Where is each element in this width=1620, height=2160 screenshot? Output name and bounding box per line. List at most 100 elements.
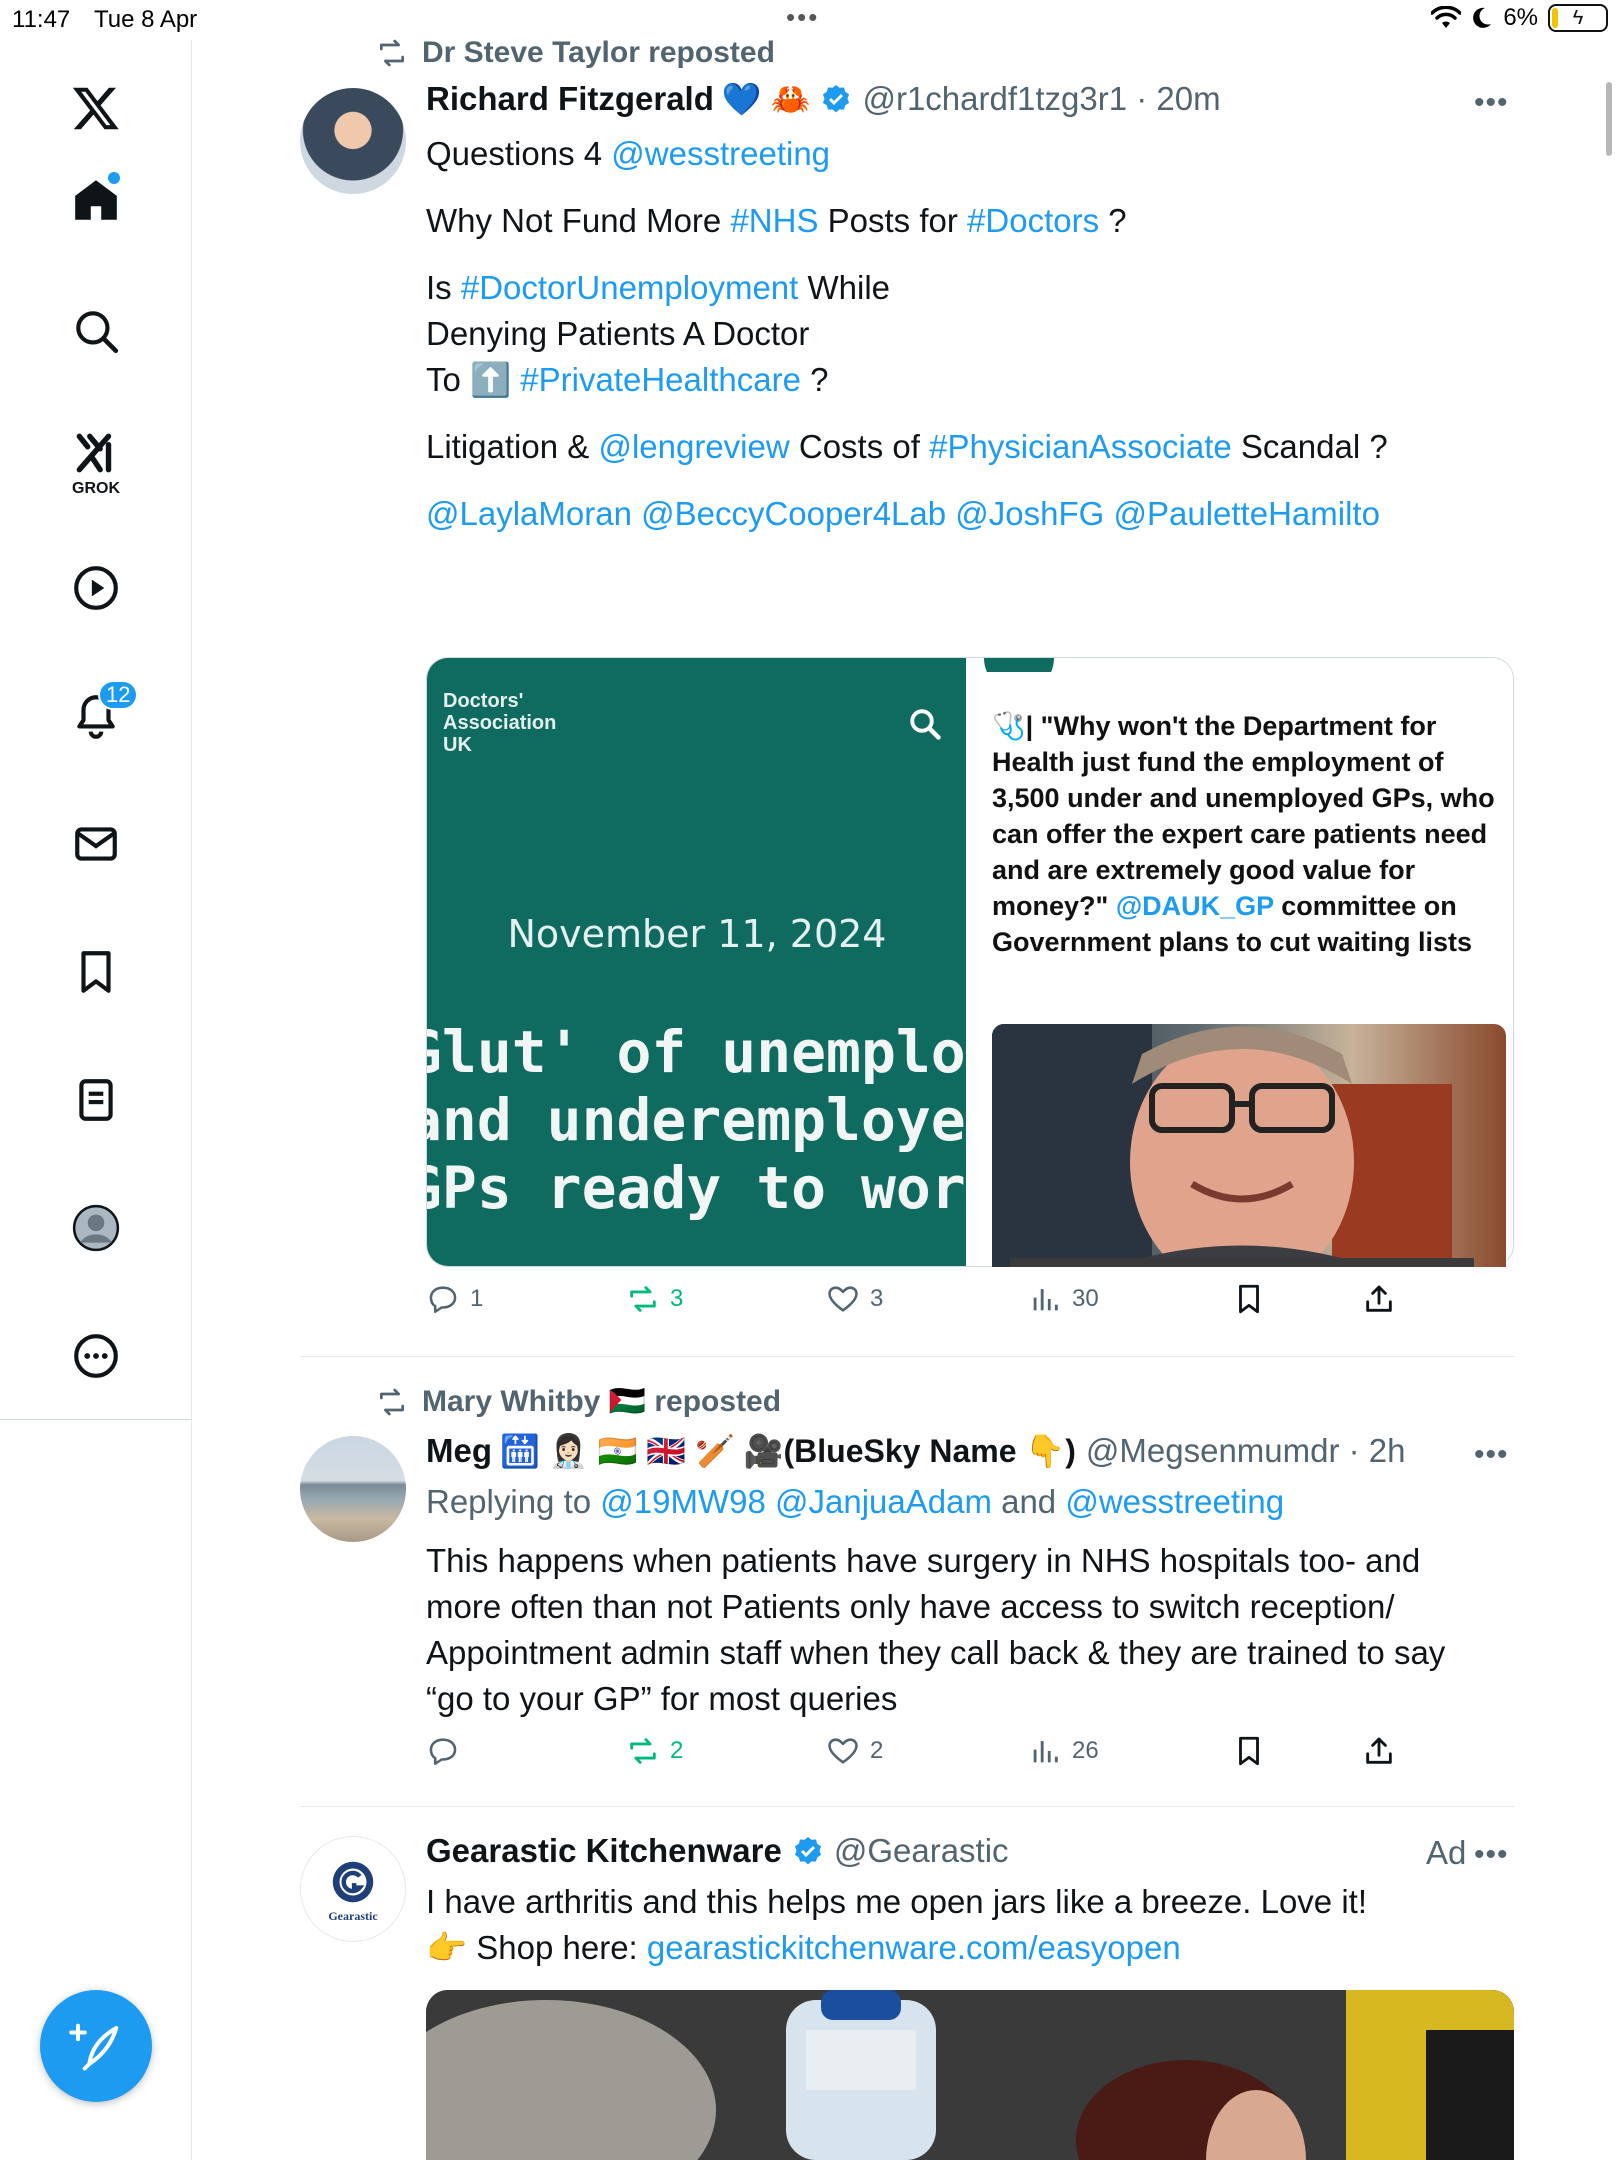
multitasking-dots[interactable]: ••• — [786, 2, 819, 33]
nav-notifications[interactable]: 12 — [56, 676, 139, 756]
author-handle-time[interactable]: @Megsenmumdr · 2h — [1086, 1432, 1406, 1470]
author-name[interactable]: Richard Fitzgerald — [426, 80, 714, 118]
post-header: Meg 🛗 👩🏻‍⚕️ 🇮🇳 🇬🇧 🏏 🎥(BlueSky Name 👇) @M… — [426, 1432, 1406, 1470]
post-link[interactable]: gearastickitchenware.com/easyopen — [647, 1929, 1181, 1966]
post-text-segment: ? — [800, 361, 829, 398]
nav-grok[interactable]: GROK — [56, 420, 136, 500]
sidebar-divider — [0, 1419, 192, 1420]
heart-icon — [828, 1738, 858, 1764]
post-link[interactable]: @wesstreeting — [611, 135, 830, 172]
x-logo-icon[interactable] — [56, 68, 136, 148]
views-bar-icon — [1033, 1289, 1058, 1311]
post-text: Questions 4 @wesstreeting Why Not Fund Mo… — [426, 131, 1388, 537]
post-link[interactable]: @lengreview — [598, 428, 789, 465]
nav-home[interactable] — [56, 160, 136, 240]
advertiser-handle[interactable]: @Gearastic — [834, 1832, 1009, 1870]
reply-count: 1 — [470, 1285, 484, 1312]
post-actions: 1 3 3 30 — [426, 1282, 1426, 1332]
status-time: 11:47 — [12, 6, 71, 33]
post-actions: 2 2 26 — [426, 1734, 1426, 1784]
compose-post-button[interactable] — [40, 1990, 152, 2102]
media-image-dauk[interactable]: Doctors' Association UK November 11, 2024 … — [427, 658, 966, 1266]
post-text-segment: Costs of — [789, 428, 930, 465]
feed-scrollbar[interactable] — [1606, 82, 1612, 156]
repost-button[interactable]: 3 — [626, 1282, 683, 1316]
text-line — [426, 177, 1388, 198]
cropped-avatar-icon — [984, 658, 1054, 672]
post-link[interactable]: #Doctors — [967, 202, 1099, 239]
bookmark-icon — [81, 951, 111, 993]
post-text-segment: Replying to — [426, 1483, 601, 1520]
post-text-segment: 👉 Shop here: — [426, 1929, 647, 1966]
quote-mention: @DAUK_GP — [1115, 891, 1274, 921]
text-line: Appointment admin staff when they call b… — [426, 1630, 1445, 1676]
ad-media-video[interactable] — [426, 1990, 1514, 2160]
post-text: This happens when patients have surgery … — [426, 1538, 1445, 1722]
post-more-button[interactable]: ••• — [1474, 1438, 1509, 1472]
repost-indicator: Dr Steve Taylor reposted — [376, 36, 775, 70]
repost-count: 3 — [670, 1285, 684, 1312]
mention-link[interactable]: @wesstreeting — [1065, 1483, 1284, 1520]
views-button[interactable]: 26 — [1028, 1734, 1099, 1768]
post-text-segment: Denying Patients A Doctor — [426, 315, 810, 352]
play-icon — [74, 566, 118, 610]
post-text-segment: Why Not Fund More — [426, 202, 731, 239]
nav-messages[interactable] — [56, 804, 136, 884]
bookmark-button[interactable] — [1232, 1734, 1266, 1768]
nav-more[interactable] — [56, 1316, 136, 1396]
bookmark-button[interactable] — [1232, 1282, 1266, 1316]
like-count: 3 — [870, 1285, 884, 1312]
nav-profile[interactable] — [56, 1188, 136, 1268]
reply-button[interactable]: 1 — [426, 1282, 483, 1316]
verified-badge-icon — [794, 1837, 821, 1865]
text-line: Denying Patients A Doctor — [426, 311, 1388, 357]
post-more-button[interactable]: ••• — [1474, 86, 1509, 120]
views-count: 26 — [1072, 1737, 1099, 1764]
advertiser-avatar[interactable]: Gearastic — [300, 1836, 406, 1942]
status-date: Tue 8 Apr — [94, 6, 198, 33]
share-button[interactable] — [1362, 1282, 1396, 1316]
mention-link[interactable]: @19MW98 @JanjuaAdam — [600, 1483, 992, 1520]
nav-video[interactable] — [56, 548, 136, 628]
views-bar-icon — [1033, 1741, 1058, 1763]
repost-button[interactable]: 2 — [626, 1734, 683, 1768]
post-link[interactable]: #PhysicianAssociate — [929, 428, 1232, 465]
post-link[interactable]: #PrivateHealthcare — [520, 361, 801, 398]
repost-icon — [380, 39, 404, 67]
text-line: Questions 4 @wesstreeting — [426, 131, 1388, 177]
battery-percent: 6% — [1503, 4, 1538, 31]
like-button[interactable]: 3 — [826, 1282, 883, 1316]
text-line: Why Not Fund More #NHS Posts for #Doctor… — [426, 198, 1388, 244]
post-more-button[interactable]: ••• — [1474, 1838, 1509, 1872]
post-link[interactable]: #NHS — [730, 202, 818, 239]
post-link[interactable]: @LaylaMoran @BeccyCooper4Lab @JoshFG @Pa… — [426, 495, 1380, 532]
more-circle-icon — [74, 1334, 118, 1378]
text-line: Litigation & @lengreview Costs of #Physi… — [426, 424, 1388, 470]
share-button[interactable] — [1362, 1734, 1396, 1768]
verified-badge-icon — [823, 85, 850, 113]
sidebar: GROK 12 — [0, 40, 192, 2160]
author-name[interactable]: Meg — [426, 1432, 492, 1470]
views-button[interactable]: 30 — [1028, 1282, 1099, 1316]
post-text-segment: To ⬆️ — [426, 361, 521, 398]
headline-line: GPs ready to work — [427, 1154, 966, 1222]
list-icon — [79, 1079, 113, 1121]
author-handle-time[interactable]: @r1chardf1tzg3r1 · 20m — [862, 80, 1220, 118]
author-avatar[interactable] — [300, 88, 406, 194]
nav-bookmarks[interactable] — [56, 932, 136, 1012]
text-line: more often than not Patients only have a… — [426, 1584, 1445, 1630]
reply-button[interactable] — [426, 1734, 470, 1768]
post-link[interactable]: #DoctorUnemployment — [461, 269, 798, 306]
like-button[interactable]: 2 — [826, 1734, 883, 1768]
text-line: I have arthritis and this helps me open … — [426, 1879, 1367, 1925]
nav-lists[interactable] — [56, 1060, 136, 1140]
ad-text: I have arthritis and this helps me open … — [426, 1879, 1367, 1971]
author-avatar[interactable] — [300, 1436, 406, 1542]
post-text-segment: This happens when patients have surgery … — [426, 1542, 1421, 1579]
share-icon — [1366, 1737, 1392, 1764]
reply-context: Replying to @19MW98 @JanjuaAdam and @wes… — [426, 1479, 1284, 1525]
nav-search[interactable] — [56, 291, 136, 371]
replying-to: Replying to @19MW98 @JanjuaAdam and @wes… — [426, 1479, 1284, 1525]
org-line: UK — [443, 734, 472, 756]
advertiser-name[interactable]: Gearastic Kitchenware — [426, 1832, 782, 1870]
